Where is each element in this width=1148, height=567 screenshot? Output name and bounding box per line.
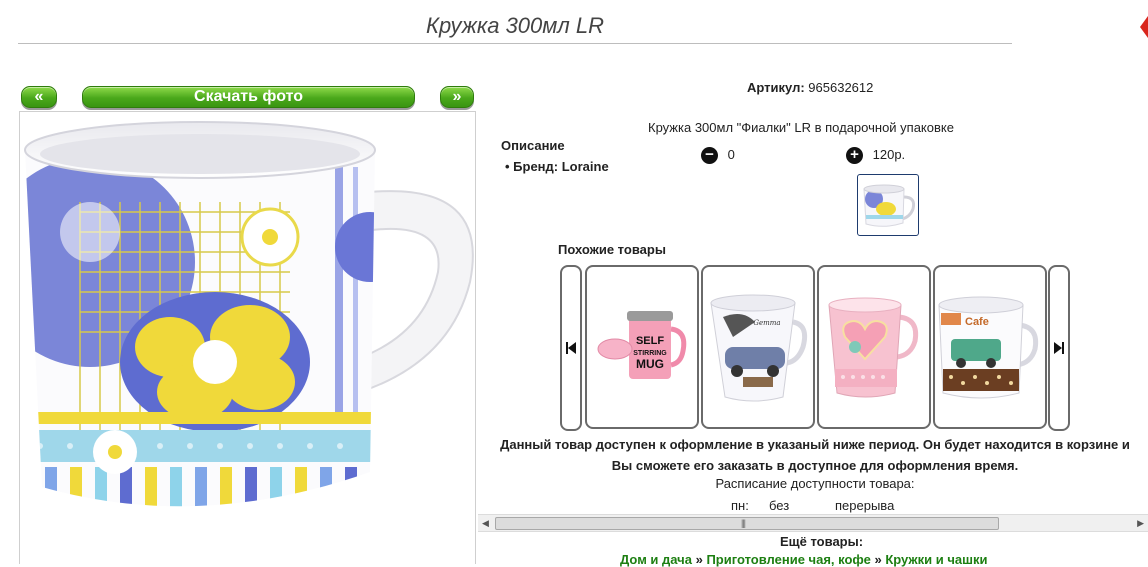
similar-heading: Похожие товары — [558, 242, 666, 257]
skip-forward-icon — [1054, 342, 1064, 354]
carousel-next-button[interactable] — [1048, 265, 1070, 431]
similar-item-retro-car-mug[interactable]: Cafe — [933, 265, 1047, 429]
schedule-break: перерыва — [835, 498, 895, 513]
title-divider — [18, 43, 1012, 44]
mug-print-line1: SELF — [636, 335, 664, 347]
availability-notice: Данный товар доступен к оформление в ука… — [500, 437, 1130, 473]
skip-back-icon — [566, 342, 576, 354]
scroll-left-icon[interactable]: ◀ — [482, 518, 489, 529]
schedule-hours: без — [769, 498, 790, 513]
mug-brand-logo: Gemma — [753, 319, 780, 327]
brand-text: Бренд: Loraine — [513, 159, 609, 174]
price-block: + 120р. — [846, 147, 906, 165]
product-full-name: Кружка 300мл "Фиалки" LR в подарочной уп… — [648, 120, 954, 135]
breadcrumb: Дом и дача » Приготовление чая, кофе » К… — [620, 552, 987, 567]
article-value: 965632612 — [808, 80, 874, 95]
retro-car-mug-image: Cafe — [938, 296, 1039, 399]
price-value: 120р. — [872, 147, 906, 162]
breadcrumb-link-home-garden[interactable]: Дом и дача — [620, 552, 692, 567]
description-heading: Описание — [501, 138, 565, 153]
self-stirring-mug-image: SELF STIRRING MUG — [597, 311, 687, 379]
thumbnail-mug-image — [863, 184, 916, 227]
scroll-right-icon[interactable]: ▶ — [1137, 518, 1144, 529]
breadcrumb-link-mugs-cups[interactable]: Кружки и чашки — [885, 552, 987, 567]
quantity-stepper: − 0 — [701, 147, 735, 165]
product-photo[interactable] — [19, 111, 476, 564]
article-label: Артикул: — [747, 80, 805, 95]
page-title: Кружка 300мл LR — [425, 13, 605, 38]
download-photo-button[interactable]: Скачать фото — [82, 86, 415, 108]
heart-pink-mug-image — [828, 297, 919, 398]
carousel-prev-button[interactable] — [560, 265, 582, 431]
mug-image — [24, 121, 474, 507]
similar-item-self-stirring-mug[interactable]: SELF STIRRING MUG — [585, 265, 699, 429]
breadcrumb-separator: » — [874, 552, 882, 567]
scrollbar-thumb[interactable]: ||| — [495, 517, 999, 530]
product-thumbnail[interactable] — [857, 174, 919, 236]
breadcrumb-link-tea-coffee[interactable]: Приготовление чая, кофе — [706, 552, 870, 567]
article-line: Артикул: 965632612 — [747, 80, 873, 95]
schedule-label: Расписание доступности товара: — [715, 476, 915, 491]
horizontal-scrollbar[interactable]: ◀ ||| ▶ — [478, 514, 1148, 532]
mug-print-line2: STIRRING — [633, 350, 667, 357]
car-print-mug-image: Gemma — [710, 294, 808, 402]
plus-icon[interactable]: + — [846, 147, 863, 165]
similar-item-heart-pink-mug[interactable] — [817, 265, 931, 429]
mug-caption: Cafe — [965, 316, 989, 328]
grip-icon: ||| — [741, 518, 746, 528]
quantity-value: 0 — [727, 147, 735, 162]
brand-item: • Бренд: Loraine — [505, 159, 609, 174]
more-products-heading: Ещё товары: — [780, 534, 864, 549]
mug-print-line3: MUG — [636, 357, 664, 371]
bullet-icon: • — [505, 159, 514, 174]
red-corner-icon[interactable] — [1140, 16, 1148, 38]
prev-photo-button[interactable]: « — [21, 86, 57, 108]
next-photo-button[interactable]: » — [440, 86, 474, 108]
breadcrumb-separator: » — [695, 552, 703, 567]
schedule-day: пн: — [731, 498, 749, 513]
minus-icon[interactable]: − — [701, 147, 718, 165]
similar-item-car-print-mug[interactable]: Gemma — [701, 265, 815, 429]
